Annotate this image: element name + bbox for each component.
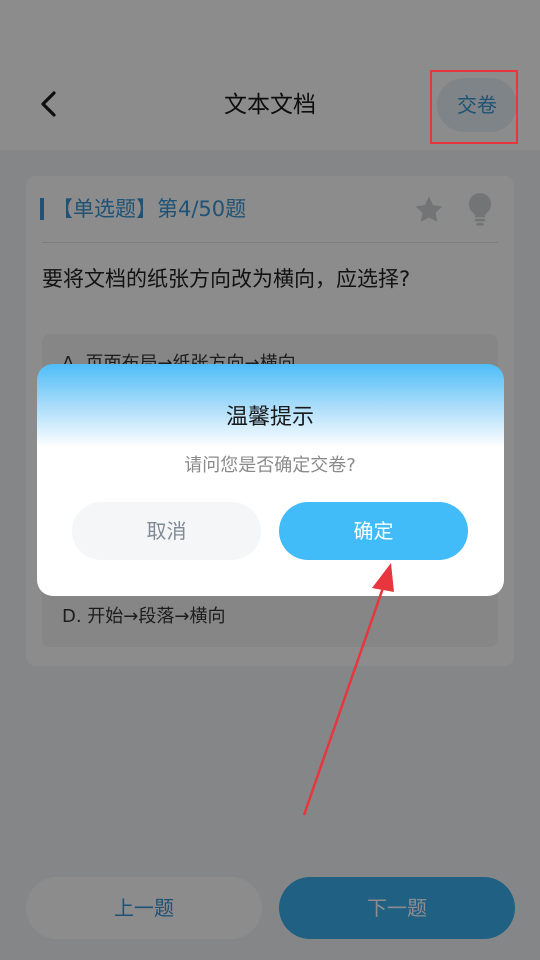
dialog-message: 请问您是否确定交卷?: [184, 455, 356, 476]
confirm-dialog: [37, 364, 504, 596]
dialog-cancel-button[interactable]: 取消: [72, 502, 261, 560]
highlight-box: [430, 70, 518, 144]
dialog-confirm-button[interactable]: 确定: [279, 502, 468, 560]
dialog-title: 温馨提示: [225, 405, 314, 430]
